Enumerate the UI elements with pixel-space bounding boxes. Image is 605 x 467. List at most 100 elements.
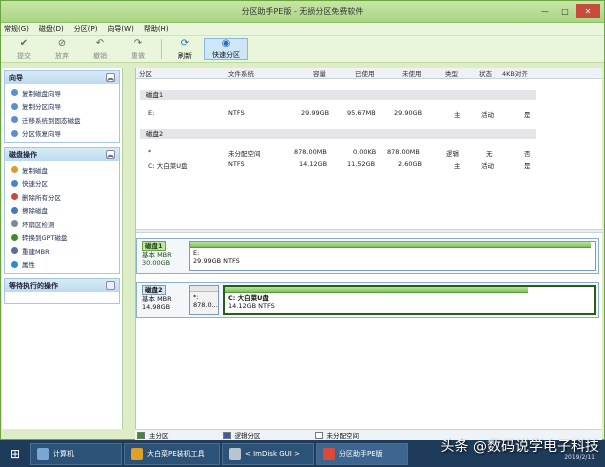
pending-ops-header[interactable]: 等待执行的操作 <box>5 279 119 292</box>
col-used[interactable]: 已使用 <box>355 68 375 78</box>
disk2-partition-c[interactable]: C: 大白菜U盘 14.12GB NTFS <box>223 285 596 315</box>
collapse-icon[interactable]: ︽ <box>106 150 115 159</box>
quick-partition-button[interactable]: ◉ 快速分区 <box>204 38 248 60</box>
wizard-item-copy-partition[interactable]: 复制分区向导 <box>11 100 119 114</box>
col-partition[interactable]: 分区 <box>139 68 152 78</box>
diskmap-disk2[interactable]: 磁盘2 基本 MBR 14.98GB *: 878.0... C: 大白菜U盘 … <box>136 282 599 318</box>
unalloc-label: *: <box>193 293 199 301</box>
logical-swatch <box>222 431 231 439</box>
taskbar-item-imdisk[interactable]: < ImDisk GUI > <box>222 442 314 465</box>
legend-unallocated: 未分配空间 <box>326 432 360 440</box>
pending-ops-panel: 等待执行的操作 <box>4 278 120 304</box>
disk-op-copy-disk[interactable]: 复制磁盘 <box>11 163 119 177</box>
disk-ops-panel-header[interactable]: 磁盘操作 ︽ <box>5 148 119 161</box>
toolbar: ✔ 提交 ⊘ 放弃 ↶ 撤销 ↷ 重做 ⟳ 刷新 ◉ 快速分区 <box>1 36 604 63</box>
table-header: 分区 文件系统 容量 已使用 未使用 类型 状态 4KB对齐 <box>136 68 602 79</box>
legend-logical: 逻辑分区 <box>234 432 261 440</box>
wizard-item-copy-disk[interactable]: 复制磁盘向导 <box>11 86 119 100</box>
cell-used: 95.67MB <box>347 109 376 117</box>
cell-used: 0.00KB <box>353 148 377 156</box>
diskmap-disk1[interactable]: 磁盘1 基本 MBR 30.00GB E: 29.99GB NTFS <box>136 238 599 274</box>
title-bar[interactable]: 分区助手PE版 - 无损分区免费软件 — □ ✕ <box>1 1 604 23</box>
partition-area: 分区 文件系统 容量 已使用 未使用 类型 状态 4KB对齐 磁盘1 E: NT… <box>135 68 603 429</box>
cell-partition: * <box>148 148 152 156</box>
table-row[interactable]: * 未分配空间 878.00MB 0.00KB 878.00MB 逻辑 无 否 <box>136 148 536 159</box>
table-row[interactable]: E: NTFS 29.99GB 95.67MB 29.90GB 主 活动 是 <box>136 109 536 120</box>
col-unused[interactable]: 未使用 <box>402 68 422 78</box>
menu-general[interactable]: 常规(G) <box>4 24 29 34</box>
menu-help[interactable]: 帮助(H) <box>144 24 169 34</box>
undo-label: 撤销 <box>93 52 107 60</box>
col-align[interactable]: 4KB对齐 <box>502 68 528 78</box>
disk-op-label: 转换到GPT磁盘 <box>22 234 68 243</box>
table-row[interactable]: C: 大白菜U盘 NTFS 14.12GB 11.52GB 2.60GB 主 活… <box>136 160 536 171</box>
disk-op-delete-all[interactable]: 删除所有分区 <box>11 190 119 204</box>
disk-op-bad-sector[interactable]: 坏扇区检测 <box>11 217 119 231</box>
minimize-button[interactable]: — <box>536 4 554 18</box>
collapse-icon[interactable]: ︽ <box>106 73 115 82</box>
close-button[interactable]: ✕ <box>576 4 600 18</box>
menu-disk[interactable]: 磁盘(D) <box>39 24 64 34</box>
disk-op-convert-gpt[interactable]: 转换到GPT磁盘 <box>11 231 119 245</box>
quick-partition-label: 快速分区 <box>212 51 240 59</box>
disk-op-label: 复制磁盘 <box>22 166 48 175</box>
col-status[interactable]: 状态 <box>479 68 492 78</box>
maximize-button[interactable]: □ <box>556 4 574 18</box>
menu-wizard[interactable]: 向导(W) <box>107 24 133 34</box>
toolbar-separator <box>161 39 162 59</box>
pane-splitter[interactable] <box>136 229 603 233</box>
disk2-group-header[interactable]: 磁盘2 <box>140 129 536 139</box>
cell-type: 逻辑 <box>446 150 459 158</box>
taskbar-item-computer[interactable]: 计算机 <box>30 442 122 465</box>
cell-status: 活动 <box>481 111 494 119</box>
cell-fs: NTFS <box>228 160 245 168</box>
col-capacity[interactable]: 容量 <box>313 68 326 78</box>
menu-partition[interactable]: 分区(P) <box>74 24 98 34</box>
disk-op-properties[interactable]: 属性 <box>11 258 119 272</box>
disk2-unallocated[interactable]: *: 878.0... <box>189 285 219 315</box>
main-window: 分区助手PE版 - 无损分区免费软件 — □ ✕ 常规(G) 磁盘(D) 分区(… <box>0 0 605 440</box>
redo-button[interactable]: ↷ 重做 <box>119 37 157 61</box>
refresh-label: 刷新 <box>178 52 192 60</box>
disk1-partition-e[interactable]: E: 29.99GB NTFS <box>189 241 596 271</box>
cell-capacity: 29.99GB <box>301 109 330 117</box>
taskbar-item-partition-assistant[interactable]: 分区助手PE版 <box>316 442 408 465</box>
taskbar-item-installer[interactable]: 大白菜PE装机工具 <box>124 442 220 465</box>
disk-op-quick-partition[interactable]: 快速分区 <box>11 177 119 191</box>
disk2-part-info: 14.12GB NTFS <box>228 302 275 310</box>
undo-button[interactable]: ↶ 撤销 <box>81 37 119 61</box>
start-button[interactable]: ⊞ <box>2 443 28 465</box>
discard-icon: ⊘ <box>57 38 67 49</box>
mbr-icon <box>11 247 18 255</box>
cell-align: 是 <box>524 111 531 119</box>
wizard-icon <box>11 102 18 110</box>
collapse-icon[interactable] <box>106 281 115 290</box>
unalloc-size: 878.0... <box>193 301 218 309</box>
disk-op-label: 删除所有分区 <box>22 193 61 202</box>
properties-icon <box>11 260 18 268</box>
col-type[interactable]: 类型 <box>445 68 458 78</box>
disk2-label: 磁盘2 基本 MBR 14.98GB <box>139 284 187 316</box>
disk-op-label: 坏扇区检测 <box>22 220 55 229</box>
disk2-name: 磁盘2 <box>142 285 166 295</box>
disk-op-wipe[interactable]: 擦除磁盘 <box>11 204 119 218</box>
wizard-panel-header[interactable]: 向导 ︽ <box>5 71 119 84</box>
disk-op-rebuild-mbr[interactable]: 重建MBR <box>11 244 119 258</box>
disk1-group-header[interactable]: 磁盘1 <box>140 90 536 100</box>
col-filesystem[interactable]: 文件系统 <box>228 68 254 78</box>
wizard-item-recovery[interactable]: 分区恢复向导 <box>11 127 119 141</box>
disk1-type: 基本 MBR <box>142 251 172 259</box>
disk1-size: 30.00GB <box>142 259 171 267</box>
wipe-icon <box>11 206 18 214</box>
legend-primary: 主分区 <box>149 432 169 440</box>
discard-button[interactable]: ⊘ 放弃 <box>43 37 81 61</box>
disk-op-label: 快速分区 <box>22 180 48 189</box>
cell-fs: NTFS <box>228 109 245 117</box>
copy-disk-icon <box>11 166 18 174</box>
commit-button[interactable]: ✔ 提交 <box>5 37 43 61</box>
wizard-item-migrate-os[interactable]: 迁移系统到固态磁盘 <box>11 113 119 127</box>
wizard-item-label: 分区恢复向导 <box>22 130 61 139</box>
primary-swatch <box>137 431 145 439</box>
redo-icon: ↷ <box>133 38 143 49</box>
refresh-button[interactable]: ⟳ 刷新 <box>166 37 204 61</box>
